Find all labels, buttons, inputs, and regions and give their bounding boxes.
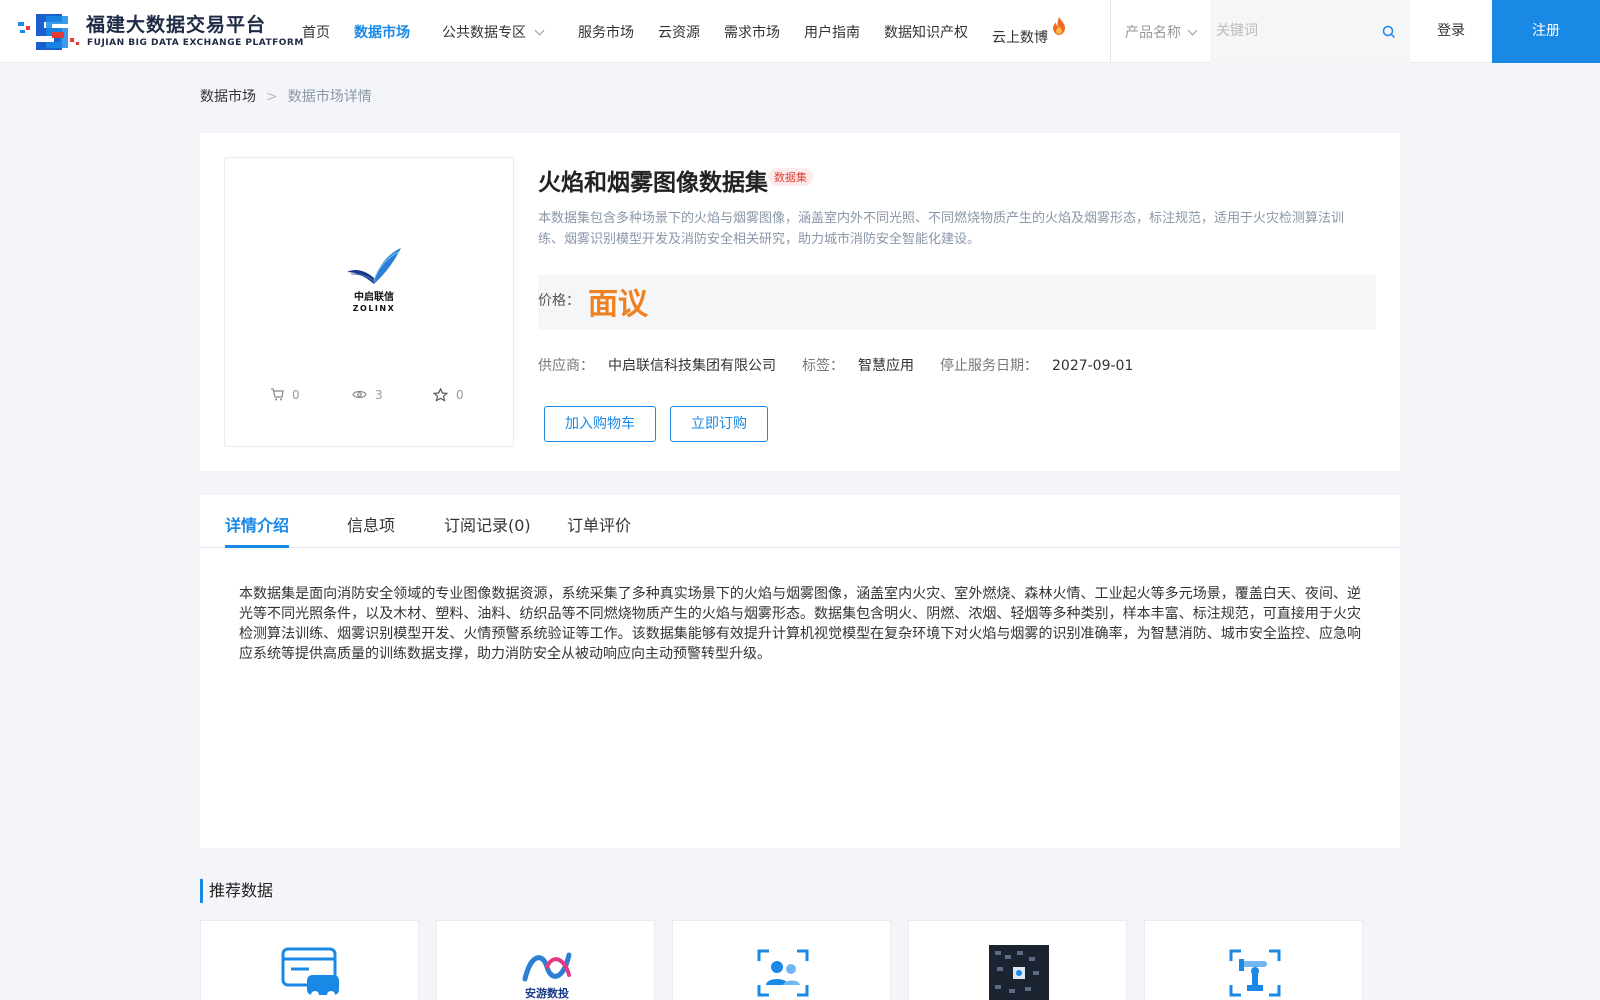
detail-tabs-panel: 详情介绍 信息项 订阅记录(0) 订单评价 本数据集是面向消防安全领域的专业图像… [200,495,1400,848]
recommend-card[interactable] [672,920,891,1000]
view-count-value: 3 [375,388,383,402]
tag-info: 标签： 智慧应用 [802,355,914,375]
breadcrumb-data-market[interactable]: 数据市场 [200,89,256,105]
search-icon[interactable] [1382,25,1396,39]
recommend-card[interactable] [908,920,1127,1000]
nav-cloud-expo-label: 云上数博 [992,30,1048,46]
nav-cloud-expo[interactable]: 云上数博 [992,17,1067,47]
recommend-card[interactable]: 安游数投 [436,920,655,1000]
breadcrumb-separator: > [266,89,278,105]
nav-public-data-label: 公共数据专区 [442,25,526,41]
cart-icon [271,388,284,401]
zolinx-logo-icon: 中启联信 ZOLINX [347,248,401,313]
nav-demand-market[interactable]: 需求市场 [724,22,780,42]
nav-data-market[interactable]: 数据市场 [354,22,410,42]
fire-icon [1053,17,1065,35]
recommend-card[interactable] [1144,920,1363,1000]
star-icon [432,387,449,402]
product-type-badge: 数据集 [768,168,813,186]
end-date-value: 2027-09-01 [1052,358,1134,374]
nav-cloud-resources[interactable]: 云资源 [658,22,700,42]
price-band: 价格： 面议 [538,275,1376,330]
vendor-logo-cn: 中启联信 [354,290,394,303]
nav-public-data[interactable]: 公共数据专区 [442,22,545,42]
nav-user-guide[interactable]: 用户指南 [804,22,860,42]
robot-arm-icon [1229,949,1281,997]
breadcrumb-current: 数据市场详情 [287,89,372,105]
logo-title-cn: 福建大数据交易平台 [86,14,267,36]
product-card: 中启联信 ZOLINX 0 3 0 火焰和烟雾图像数据集 数据集 本数据集包含多… [200,133,1400,471]
header-divider [1110,0,1111,62]
breadcrumb: 数据市场 > 数据市场详情 [200,86,372,106]
anyou-logo-icon: 安游数投 [522,952,572,1000]
eye-icon [352,390,367,399]
nav-service-market[interactable]: 服务市场 [578,22,634,42]
product-stats: 0 3 0 [225,387,515,408]
nav-data-ip[interactable]: 数据知识产权 [884,22,968,42]
end-date-label: 停止服务日期： [940,358,1038,374]
search-input[interactable] [1216,16,1366,46]
product-thumbnail: 中启联信 ZOLINX 0 3 0 [224,157,514,447]
product-description: 本数据集包含多种场景下的火焰与烟雾图像，涵盖室内外不同光照、不同燃烧物质产生的火… [538,211,1345,247]
login-button[interactable]: 登录 [1410,0,1492,63]
view-count: 3 [352,388,383,402]
supplier-label: 供应商： [538,358,594,374]
product-title: 火焰和烟雾图像数据集 [538,170,768,196]
price-value: 面议 [588,287,648,322]
search-box [1210,0,1410,63]
chevron-down-icon [534,25,545,36]
cart-count-value: 0 [292,388,300,402]
buy-now-button[interactable]: 立即订购 [670,406,768,442]
logo-mark-icon [18,14,79,50]
circuit-board-icon [989,945,1049,1000]
tab-subscriptions[interactable]: 订阅记录(0) [444,512,531,536]
tab-order-reviews[interactable]: 订单评价 [567,512,631,536]
anyou-logo-text: 安游数投 [525,986,569,1000]
favorite-count-value: 0 [456,388,464,402]
recommend-title: 推荐数据 [200,879,273,903]
tab-info-items[interactable]: 信息项 [347,512,395,536]
top-header: 福建大数据交易平台 FUJIAN BIG DATA EXCHANGE PLATF… [0,0,1600,63]
register-button[interactable]: 注册 [1492,0,1600,63]
car-card-icon [281,947,339,999]
users-scan-icon [757,949,809,997]
vendor-logo-en: ZOLINX [353,304,396,313]
tab-details[interactable]: 详情介绍 [225,512,289,536]
supplier-value: 中启联信科技集团有限公司 [608,358,776,374]
tag-value: 智慧应用 [858,358,914,374]
chevron-down-icon [1187,25,1198,36]
add-to-cart-button[interactable]: 加入购物车 [544,406,656,442]
active-tab-indicator [225,545,289,548]
cart-count: 0 [270,388,300,402]
search-type-label: 产品名称 [1125,25,1181,41]
end-date-info: 停止服务日期： 2027-09-01 [940,355,1133,375]
search-type-select[interactable]: 产品名称 [1125,22,1198,42]
logo-title-en: FUJIAN BIG DATA EXCHANGE PLATFORM [87,38,304,48]
tag-label: 标签： [802,358,844,374]
tab-bar: 详情介绍 信息项 订阅记录(0) 订单评价 [200,495,1400,548]
recommend-card[interactable] [200,920,419,1000]
platform-logo[interactable]: 福建大数据交易平台 FUJIAN BIG DATA EXCHANGE PLATF… [16,8,303,56]
favorite-count[interactable]: 0 [432,387,464,403]
price-label: 价格： [538,293,580,309]
detail-description: 本数据集是面向消防安全领域的专业图像数据资源，系统采集了多种真实场景下的火焰与烟… [239,586,1361,662]
supplier-info: 供应商： 中启联信科技集团有限公司 [538,355,776,375]
nav-home[interactable]: 首页 [302,22,330,42]
